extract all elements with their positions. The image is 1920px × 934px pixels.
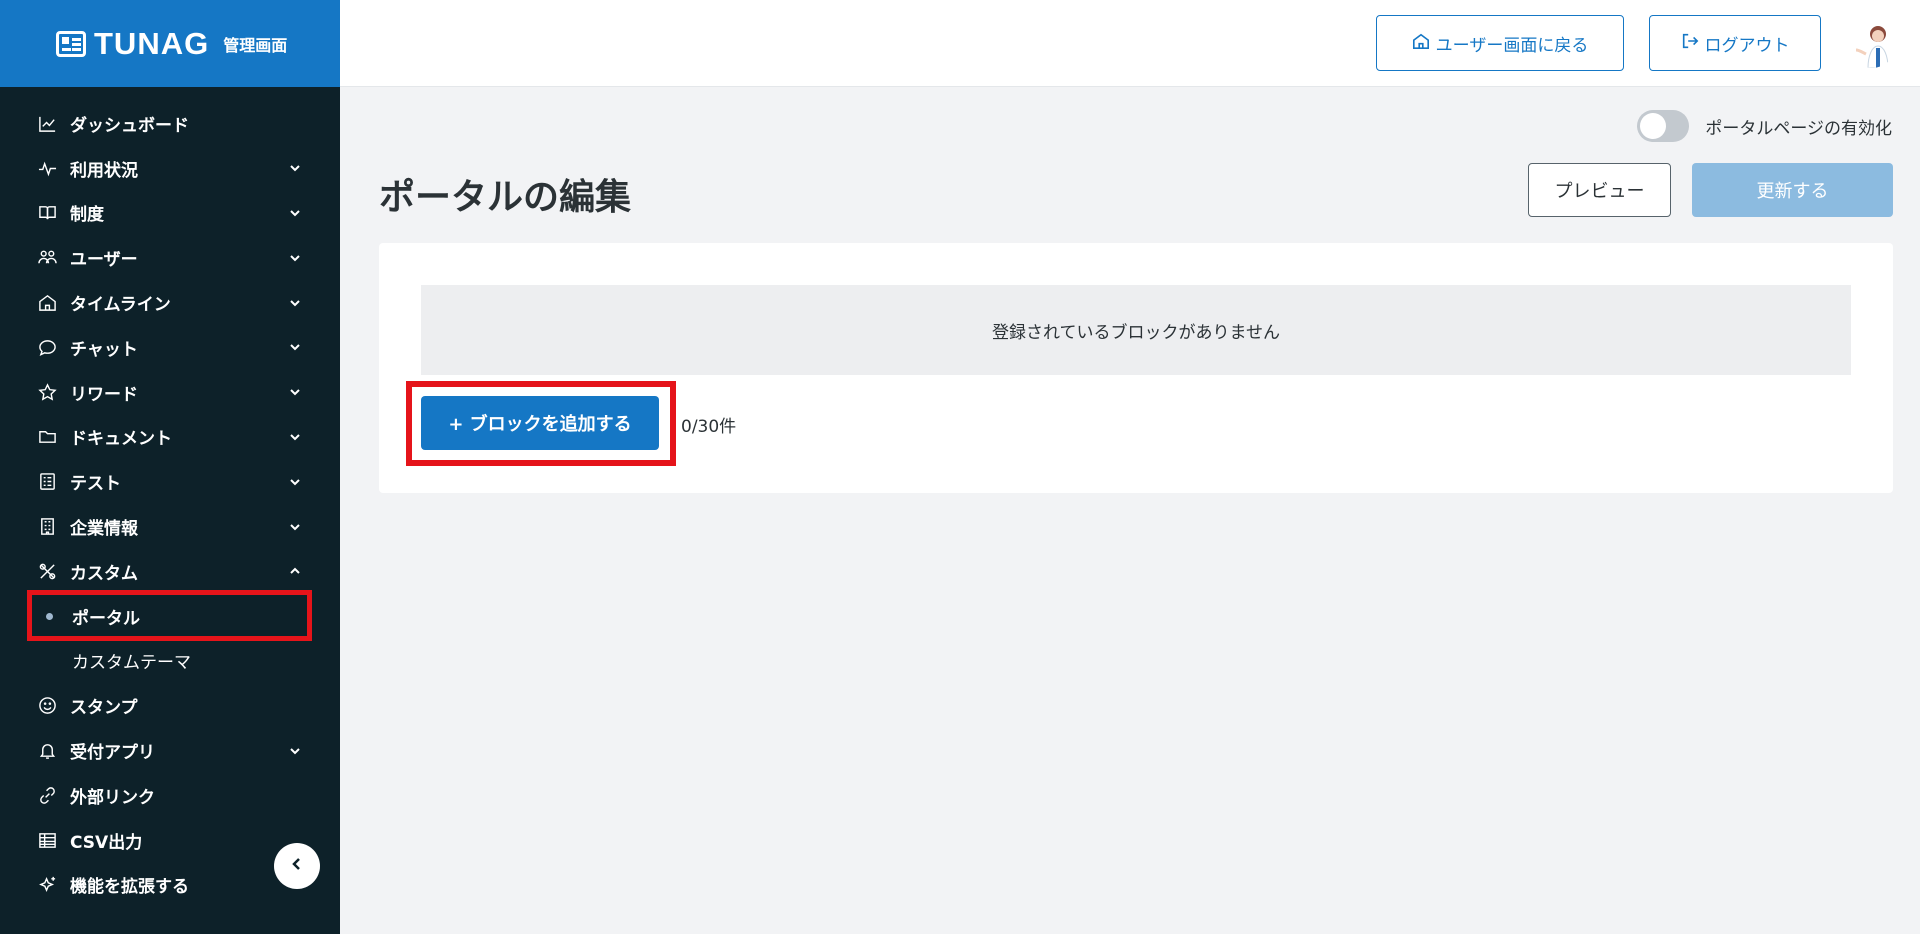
- sidebar-item-company[interactable]: 企業情報: [0, 504, 340, 549]
- portal-enable-toggle[interactable]: [1637, 110, 1690, 142]
- chevron-down-icon: [288, 520, 302, 534]
- users-icon: [36, 247, 58, 269]
- portal-block-card: 登録されているブロックがありません + ブロックを追加する 0/30件: [379, 243, 1893, 493]
- chart-line-icon: [36, 112, 58, 134]
- sidebar-item-label: 利用状況: [70, 160, 138, 181]
- sidebar-item-label: テスト: [70, 474, 121, 495]
- link-icon: [36, 784, 58, 806]
- sidebar-subitem-custom-theme[interactable]: カスタムテーマ: [0, 639, 340, 684]
- sidebar-item-usage[interactable]: 利用状況: [0, 146, 340, 191]
- chevron-left-icon: [289, 856, 305, 876]
- sidebar-nav: ダッシュボード 利用状況 制度 ユーザー タイムライン チャット リワード ドキ…: [0, 87, 340, 907]
- sidebar-item-dashboard[interactable]: ダッシュボード: [0, 101, 340, 146]
- activity-icon: [36, 157, 58, 179]
- brand-subtitle: 管理画面: [223, 35, 288, 55]
- clipboard-icon: [36, 471, 58, 493]
- sidebar-item-label: カスタム: [70, 563, 138, 584]
- top-header: ユーザー画面に戻る ログアウト: [340, 0, 1920, 87]
- sidebar-item-document[interactable]: ドキュメント: [0, 415, 340, 460]
- portal-enable-toggle-row: ポータルページの有効化: [1637, 110, 1892, 142]
- active-bullet-icon: [46, 612, 53, 620]
- sidebar-item-label: 制度: [70, 205, 104, 226]
- sidebar-item-label: 受付アプリ: [70, 743, 155, 764]
- sidebar-item-label: 外部リンク: [70, 787, 155, 808]
- sidebar-item-custom[interactable]: カスタム: [0, 549, 340, 594]
- sidebar-item-chat[interactable]: チャット: [0, 325, 340, 370]
- sidebar-subitem-label: ポータル: [72, 608, 140, 629]
- sidebar-item-label: ユーザー: [70, 250, 138, 271]
- sidebar-item-label: チャット: [70, 339, 138, 360]
- logout-button[interactable]: ログアウト: [1649, 15, 1821, 71]
- table-icon: [36, 829, 58, 851]
- smile-icon: [36, 695, 58, 717]
- sidebar-item-system[interactable]: 制度: [0, 191, 340, 236]
- sidebar-item-reception-app[interactable]: 受付アプリ: [0, 728, 340, 773]
- sidebar-item-external-link[interactable]: 外部リンク: [0, 773, 340, 818]
- chevron-down-icon: [288, 296, 302, 310]
- chat-bubble-icon: [36, 336, 58, 358]
- sparkle-icon: [36, 874, 58, 896]
- sidebar-item-label: CSV出力: [70, 832, 143, 853]
- admin-app: TUNAG 管理画面 ダッシュボード 利用状況 制度 ユーザー タイムライン チ…: [0, 0, 1920, 934]
- brand-name: TUNAG: [94, 25, 210, 61]
- book-icon: [36, 202, 58, 224]
- avatar[interactable]: [1848, 20, 1896, 68]
- sidebar-item-label: リワード: [70, 384, 138, 405]
- bell-icon: [36, 740, 58, 762]
- chevron-down-icon: [288, 340, 302, 354]
- sidebar: TUNAG 管理画面 ダッシュボード 利用状況 制度 ユーザー タイムライン チ…: [0, 0, 340, 934]
- page-title: ポータルの編集: [379, 177, 632, 218]
- tools-icon: [36, 560, 58, 582]
- home-icon: [36, 292, 58, 314]
- sidebar-item-label: 機能を拡張する: [70, 877, 189, 898]
- chevron-up-icon: [288, 564, 302, 578]
- update-button[interactable]: 更新する: [1692, 163, 1893, 217]
- sidebar-subitem-portal[interactable]: ポータル: [0, 594, 340, 639]
- chevron-down-icon: [288, 385, 302, 399]
- sidebar-item-label: タイムライン: [70, 295, 171, 316]
- building-icon: [36, 516, 58, 538]
- star-icon: [36, 381, 58, 403]
- brand-header[interactable]: TUNAG 管理画面: [0, 0, 340, 87]
- sidebar-item-test[interactable]: テスト: [0, 459, 340, 504]
- sidebar-item-stamp[interactable]: スタンプ: [0, 683, 340, 728]
- add-block-button[interactable]: + ブロックを追加する: [421, 396, 659, 450]
- chevron-down-icon: [288, 251, 302, 265]
- sidebar-item-timeline[interactable]: タイムライン: [0, 280, 340, 325]
- chevron-down-icon: [288, 161, 302, 175]
- tunag-logo-icon: [56, 30, 86, 57]
- block-count: 0/30件: [681, 417, 737, 437]
- chevron-down-icon: [288, 430, 302, 444]
- home-icon: [1412, 32, 1436, 55]
- sidebar-item-label: 企業情報: [70, 519, 138, 540]
- sidebar-item-label: ドキュメント: [70, 429, 172, 450]
- empty-blocks-message: 登録されているブロックがありません: [421, 285, 1851, 375]
- folder-icon: [36, 426, 58, 448]
- back-to-user-label: ユーザー画面に戻る: [1435, 35, 1589, 56]
- sidebar-item-label: ダッシュボード: [70, 115, 189, 136]
- sidebar-collapse-button[interactable]: [274, 843, 320, 889]
- logout-label: ログアウト: [1704, 35, 1790, 56]
- chevron-down-icon: [288, 206, 302, 220]
- sidebar-item-users[interactable]: ユーザー: [0, 235, 340, 280]
- sidebar-subitem-label: カスタムテーマ: [72, 653, 191, 674]
- chevron-down-icon: [288, 475, 302, 489]
- sidebar-item-label: スタンプ: [70, 698, 138, 719]
- chevron-down-icon: [288, 744, 302, 758]
- sidebar-item-reward[interactable]: リワード: [0, 370, 340, 415]
- back-to-user-button[interactable]: ユーザー画面に戻る: [1376, 15, 1624, 71]
- logout-icon: [1681, 32, 1705, 55]
- preview-button[interactable]: プレビュー: [1528, 163, 1671, 217]
- portal-enable-label: ポータルページの有効化: [1705, 118, 1892, 139]
